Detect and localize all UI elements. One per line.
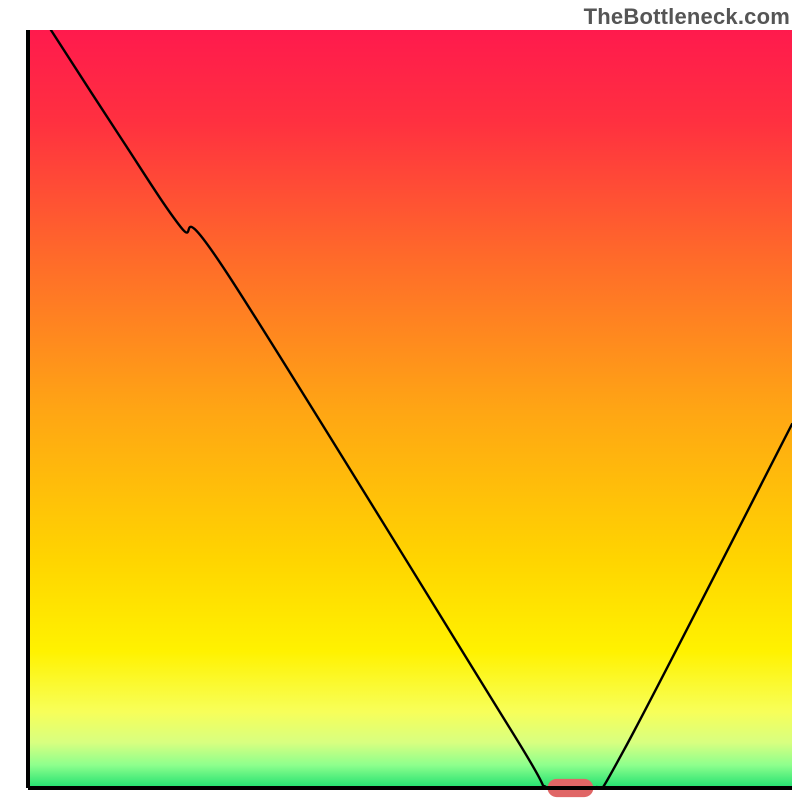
gradient-background [28, 30, 792, 788]
chart-container: { "watermark": "TheBottleneck.com", "cha… [0, 0, 800, 800]
bottleneck-chart [0, 0, 800, 800]
plot-area [28, 30, 792, 797]
